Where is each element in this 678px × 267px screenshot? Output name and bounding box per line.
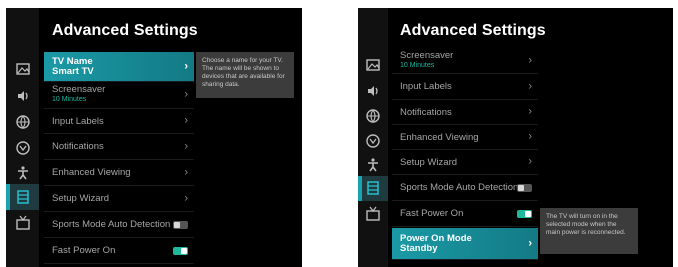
help-tooltip: The TV will turn on in the selected mode… bbox=[540, 208, 638, 254]
item-label: Notifications bbox=[52, 141, 104, 152]
item-label: TV Name bbox=[52, 55, 93, 67]
chevron-right-icon: › bbox=[528, 130, 532, 143]
chevron-right-icon: › bbox=[528, 54, 532, 66]
settings-item-fast-power-on[interactable]: Fast Power On bbox=[44, 238, 194, 264]
chevron-right-icon: › bbox=[528, 155, 532, 168]
chevron-right-icon: › bbox=[184, 114, 188, 127]
picture-icon[interactable] bbox=[358, 53, 388, 77]
item-value: Smart TV bbox=[52, 65, 94, 77]
chevron-right-icon: › bbox=[184, 166, 188, 178]
item-label: Input Labels bbox=[400, 81, 452, 92]
network-icon[interactable] bbox=[358, 104, 388, 128]
settings-item-sports-mode[interactable]: Sports Mode Auto Detection bbox=[392, 175, 538, 201]
item-label: Sports Mode Auto Detection bbox=[400, 182, 519, 193]
sound-icon[interactable] bbox=[358, 79, 388, 103]
chevron-right-icon: › bbox=[528, 105, 532, 118]
chevron-right-icon: › bbox=[184, 140, 188, 152]
settings-item-screensaver[interactable]: Screensaver 10 Minutes › bbox=[44, 82, 194, 109]
tv-icon[interactable] bbox=[358, 202, 388, 226]
settings-item-power-on-mode[interactable]: Power On Mode Standby › bbox=[392, 228, 538, 260]
toggle-switch[interactable] bbox=[173, 246, 188, 255]
advanced-settings-icon[interactable] bbox=[358, 176, 388, 200]
left-tv-screen: Advanced Settings TV Name Smart TV › Scr… bbox=[6, 8, 302, 267]
toggle-switch[interactable] bbox=[173, 220, 188, 229]
category-rail bbox=[358, 8, 388, 267]
accessibility-icon[interactable] bbox=[6, 161, 39, 185]
settings-item-sports-mode[interactable]: Sports Mode Auto Detection bbox=[44, 212, 194, 238]
page-title: Advanced Settings bbox=[400, 22, 546, 39]
chevron-right-icon: › bbox=[184, 192, 188, 204]
settings-item-enhanced-viewing[interactable]: Enhanced Viewing › bbox=[392, 125, 538, 150]
settings-item-setup-wizard[interactable]: Setup Wizard › bbox=[44, 186, 194, 212]
system-icon[interactable] bbox=[358, 129, 388, 153]
category-rail bbox=[6, 8, 39, 267]
item-label: Power On Mode bbox=[400, 232, 472, 244]
settings-item-setup-wizard[interactable]: Setup Wizard › bbox=[392, 150, 538, 175]
item-label: Screensaver bbox=[400, 49, 454, 61]
item-label: Setup Wizard bbox=[52, 193, 110, 204]
toggle-switch[interactable] bbox=[517, 183, 532, 192]
item-label: Enhanced Viewing bbox=[52, 167, 131, 178]
settings-item-input-labels[interactable]: Input Labels › bbox=[44, 109, 194, 134]
item-value: 10 Minutes bbox=[400, 61, 435, 69]
item-label: Setup Wizard bbox=[400, 156, 458, 168]
settings-item-notifications[interactable]: Notifications › bbox=[44, 134, 194, 160]
item-label: Fast Power On bbox=[52, 245, 116, 256]
settings-list: TV Name Smart TV › Screensaver 10 Minute… bbox=[44, 52, 194, 267]
item-label: Enhanced Viewing bbox=[400, 131, 479, 143]
right-tv-screen: Advanced Settings Screensaver 10 Minutes… bbox=[358, 8, 673, 267]
network-icon[interactable] bbox=[6, 110, 39, 134]
accessibility-icon[interactable] bbox=[358, 153, 388, 177]
settings-item-input-labels[interactable]: Input Labels › bbox=[392, 74, 538, 100]
sound-icon[interactable] bbox=[6, 84, 39, 108]
chevron-right-icon: › bbox=[528, 237, 532, 249]
settings-item-notifications[interactable]: Notifications › bbox=[392, 100, 538, 125]
item-label: Notifications bbox=[400, 106, 452, 118]
settings-list: Screensaver 10 Minutes › Input Labels › … bbox=[392, 48, 538, 267]
tv-icon[interactable] bbox=[6, 211, 39, 235]
settings-item-fast-power-on[interactable]: Fast Power On bbox=[392, 201, 538, 227]
toggle-switch[interactable] bbox=[517, 209, 532, 218]
item-label: Fast Power On bbox=[400, 208, 464, 219]
chevron-right-icon: › bbox=[528, 80, 532, 92]
settings-item-enhanced-viewing[interactable]: Enhanced Viewing › bbox=[44, 160, 194, 186]
chevron-right-icon: › bbox=[184, 60, 188, 72]
picture-icon[interactable] bbox=[6, 57, 39, 81]
item-label: Input Labels bbox=[52, 115, 104, 127]
advanced-settings-icon[interactable] bbox=[6, 185, 39, 209]
item-value: Standby bbox=[400, 242, 438, 254]
system-icon[interactable] bbox=[6, 136, 39, 160]
item-value: 10 Minutes bbox=[52, 96, 87, 103]
page-title: Advanced Settings bbox=[52, 22, 198, 39]
settings-item-tv-name[interactable]: TV Name Smart TV › bbox=[44, 52, 194, 82]
item-label: Sports Mode Auto Detection bbox=[52, 219, 171, 230]
item-label: Screensaver bbox=[52, 84, 106, 95]
help-tooltip: Choose a name for your TV. The name will… bbox=[196, 52, 294, 98]
chevron-right-icon: › bbox=[184, 88, 188, 101]
settings-item-screensaver[interactable]: Screensaver 10 Minutes › bbox=[392, 48, 538, 74]
